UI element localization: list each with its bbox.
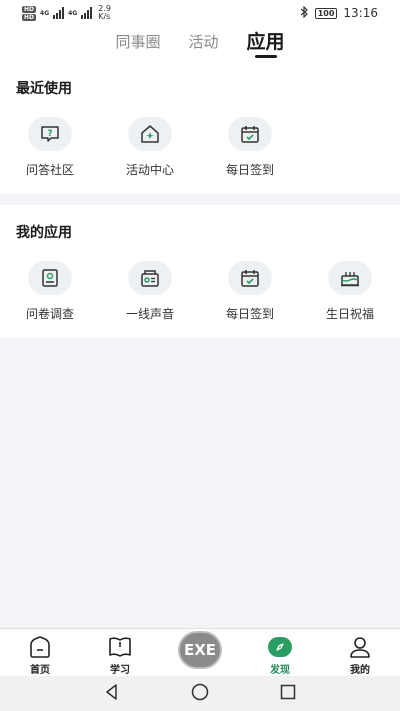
nav-study[interactable]: 学习 xyxy=(90,629,150,677)
home-icon xyxy=(27,635,53,659)
activity-house-icon xyxy=(128,117,172,151)
system-nav-bar xyxy=(0,676,400,711)
app-label: 问卷调查 xyxy=(25,307,74,321)
nav-mine-label: 我的 xyxy=(350,665,370,676)
app-daily-checkin[interactable]: 每日签到 xyxy=(200,117,300,178)
app-activity-center[interactable]: 活动中心 xyxy=(100,117,200,178)
bottom-nav: 首页 学习 EXE 发现 我的 xyxy=(0,628,400,676)
app-label: 每日签到 xyxy=(225,307,274,321)
tab-colleague-circle[interactable]: 同事圈 xyxy=(115,26,160,64)
app-label: 生日祝福 xyxy=(325,307,374,321)
app-label: 活动中心 xyxy=(125,163,174,177)
status-left: HD HD 4G 4G 2.9 K/s xyxy=(22,5,111,21)
nav-home[interactable]: 首页 xyxy=(10,629,70,677)
voice-radio-icon xyxy=(128,261,172,295)
nav-mine[interactable]: 我的 xyxy=(330,629,390,677)
bluetooth-icon xyxy=(299,5,309,21)
tab-active-indicator xyxy=(254,55,277,58)
net-speed: 2.9 K/s xyxy=(98,5,111,21)
recents-square-icon[interactable] xyxy=(279,683,297,705)
net-speed-unit: K/s xyxy=(98,12,111,21)
person-icon xyxy=(347,635,373,659)
nav-study-label: 学习 xyxy=(110,665,130,676)
tab-activity[interactable]: 活动 xyxy=(188,26,218,64)
app-qa-community[interactable]: ? 问答社区 xyxy=(0,117,100,178)
back-icon[interactable] xyxy=(103,683,121,705)
nav-discover-label: 发现 xyxy=(270,665,290,676)
home-circle-icon[interactable] xyxy=(191,683,209,705)
tab-apps[interactable]: 应用 xyxy=(247,26,285,64)
my-apps-section-title: 我的应用 xyxy=(16,225,72,241)
clock: 13:16 xyxy=(343,6,378,20)
calendar-check-icon xyxy=(228,261,272,295)
signal-icon xyxy=(53,7,65,19)
app-label: 一线声音 xyxy=(125,307,174,321)
qa-icon: ? xyxy=(28,117,72,151)
nav-home-label: 首页 xyxy=(30,665,50,676)
book-icon xyxy=(107,635,133,659)
my-apps-section: 我的应用 问卷调查 一线声音 每日签到 生日祝福 xyxy=(0,205,400,338)
signal-icon-2 xyxy=(81,7,93,19)
top-tabs: 同事圈 活动 应用 xyxy=(0,26,400,64)
status-right: 100 13:16 xyxy=(299,5,378,21)
battery-icon: 100 xyxy=(314,7,338,19)
content-empty-area xyxy=(0,338,400,628)
sim2-badge: HD xyxy=(22,13,37,21)
recent-section: 最近使用 ? 问答社区 活动中心 每日签到 xyxy=(0,64,400,194)
nav-discover[interactable]: 发现 xyxy=(250,629,310,677)
compass-icon xyxy=(267,635,293,659)
app-daily-checkin-2[interactable]: 每日签到 xyxy=(200,261,300,322)
app-birthday-wishes[interactable]: 生日祝福 xyxy=(300,261,400,322)
network-type-label: 4G xyxy=(40,9,50,17)
center-exe-button[interactable]: EXE xyxy=(178,631,222,669)
recent-section-title: 最近使用 xyxy=(16,81,72,97)
app-survey[interactable]: 问卷调查 xyxy=(0,261,100,322)
sim-indicators: HD HD xyxy=(22,5,37,21)
app-label: 问答社区 xyxy=(25,163,74,177)
tab-apps-label: 应用 xyxy=(246,31,285,53)
birthday-cake-icon xyxy=(328,261,372,295)
calendar-check-icon xyxy=(228,117,272,151)
app-label: 每日签到 xyxy=(225,163,274,177)
status-bar: HD HD 4G 4G 2.9 K/s 100 13:16 xyxy=(0,0,400,26)
svg-text:?: ? xyxy=(47,129,52,139)
sim1-badge: HD xyxy=(22,5,37,13)
network-type-label-2: 4G xyxy=(68,9,78,17)
app-frontline-voice[interactable]: 一线声音 xyxy=(100,261,200,322)
survey-icon xyxy=(28,261,72,295)
